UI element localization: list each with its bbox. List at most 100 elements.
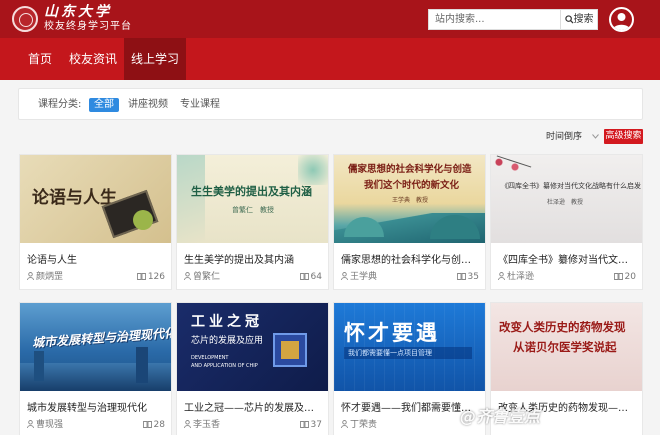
thumbnail-subtitle: 杜泽逊 教授: [547, 199, 584, 206]
book-icon: [136, 273, 146, 280]
search-button-label: 搜索: [573, 14, 594, 25]
person-icon: [184, 272, 191, 281]
teacher-name: 李玉香: [193, 420, 221, 430]
lesson-count: 126: [147, 272, 165, 282]
thumbnail-subtitle: 曾繁仁 教授: [232, 206, 274, 214]
sort-select[interactable]: 时间倒序: [546, 131, 599, 143]
book-icon: [613, 273, 623, 280]
logo-sub-text: 校友终身学习平台: [44, 21, 132, 32]
course-title[interactable]: 生生美学的提出及其内涵: [184, 254, 322, 267]
teacher-name: 王学典: [350, 272, 378, 282]
lesson-count: 20: [624, 272, 636, 282]
course-thumbnail[interactable]: 怀才要遇 我们都需要懂一点项目管理: [334, 303, 485, 391]
course-thumbnail[interactable]: 城市发展转型与治理现代化: [20, 303, 171, 391]
book-icon: [299, 273, 309, 280]
top-header: 山东大学 校友终身学习平台 搜索: [0, 0, 660, 38]
course-teacher: 王学典: [341, 271, 377, 283]
course-card[interactable]: 工业之冠 芯片的发展及应用 DEVELOPMENT AND APPLICATIO…: [176, 302, 329, 435]
course-teacher: 丁荣贵: [341, 419, 377, 431]
filter-label: 课程分类:: [38, 99, 82, 110]
lesson-count: 37: [310, 420, 322, 430]
course-lesson-count: 126: [136, 271, 165, 283]
thumbnail-title: 怀才要遇: [344, 321, 440, 345]
person-icon: [27, 272, 34, 281]
course-thumbnail[interactable]: 儒家思想的社会科学化与创造 我们这个时代的新文化 王学典 教授: [334, 155, 485, 243]
thumbnail-title: 《四库全书》纂修对当代文化战略有什么启发: [501, 182, 641, 190]
course-meta: 杜泽逊 20: [498, 271, 636, 283]
sort-select-value: 时间倒序: [546, 132, 583, 142]
book-icon: [456, 273, 466, 280]
course-meta: 曾繁仁 64: [184, 271, 322, 283]
search-box: 搜索: [428, 9, 598, 30]
university-seal-icon: [12, 6, 38, 32]
site-logo[interactable]: 山东大学 校友终身学习平台: [44, 5, 132, 33]
course-lesson-count: 37: [299, 419, 322, 431]
course-title[interactable]: 工业之冠——芯片的发展及应用: [184, 402, 322, 415]
course-meta: 王学典 35: [341, 271, 479, 283]
book-icon: [142, 421, 152, 428]
course-thumbnail[interactable]: 生生美学的提出及其内涵 曾繁仁 教授: [177, 155, 328, 243]
book-icon: [299, 421, 309, 428]
course-thumbnail[interactable]: 《四库全书》纂修对当代文化战略有什么启发 杜泽逊 教授: [491, 155, 642, 243]
course-teacher: 李玉香: [184, 419, 220, 431]
course-title[interactable]: 儒家思想的社会科学化与创造我们...: [341, 254, 479, 267]
person-icon: [27, 420, 34, 429]
course-title[interactable]: 怀才要遇——我们都需要懂一点项...: [341, 402, 479, 415]
search-input[interactable]: [429, 10, 559, 29]
teacher-name: 曹现强: [36, 420, 64, 430]
thumbnail-subtitle-line2: AND APPLICATION OF CHIP: [191, 363, 258, 369]
course-card[interactable]: 论语与人生 论语与人生 颜炳罡 126: [19, 154, 172, 290]
nav-item-online-learning[interactable]: 线上学习: [124, 38, 186, 80]
search-icon: [564, 15, 574, 24]
user-avatar-icon: [613, 13, 630, 30]
thumbnail-title-line2: 从诺贝尔医学奖说起: [513, 340, 617, 354]
user-avatar-button[interactable]: [609, 7, 634, 32]
nav-item-alumni-news[interactable]: 校友资讯: [62, 38, 124, 80]
teacher-name: 杜泽逊: [507, 272, 535, 282]
course-thumbnail[interactable]: 论语与人生: [20, 155, 171, 243]
thumbnail-title: 生生美学的提出及其内涵: [191, 185, 312, 198]
logo-main-text: 山东大学: [44, 4, 112, 20]
course-lesson-count: 28: [142, 419, 165, 431]
course-title[interactable]: 论语与人生: [27, 254, 165, 267]
lesson-count: 35: [467, 272, 479, 282]
person-icon: [184, 420, 191, 429]
advanced-search-button[interactable]: 高级搜索: [604, 129, 643, 144]
search-button[interactable]: 搜索: [560, 10, 597, 29]
filter-option-all[interactable]: 全部: [89, 98, 119, 112]
person-icon: [341, 272, 348, 281]
course-teacher: 曹现强: [27, 419, 63, 431]
thumbnail-title-line2: 我们这个时代的新文化: [364, 180, 460, 191]
course-meta: 李玉香 37: [184, 419, 322, 431]
nav-item-home[interactable]: 首页: [18, 38, 62, 80]
course-lesson-count: 64: [299, 271, 322, 283]
thumbnail-subtitle: 我们都需要懂一点项目管理: [344, 347, 472, 359]
course-category-filter: 课程分类: 全部 讲座视频 专业课程: [18, 88, 643, 120]
thumbnail-title: 工业之冠: [191, 314, 263, 330]
course-meta: 颜炳罡 126: [27, 271, 165, 283]
thumbnail-subtitle: DEVELOPMENT: [191, 355, 229, 361]
teacher-name: 丁荣贵: [350, 420, 378, 430]
course-teacher: 曾繁仁: [184, 271, 220, 283]
course-title[interactable]: 城市发展转型与治理现代化: [27, 402, 165, 415]
person-icon: [498, 272, 505, 281]
teacher-name: 颜炳罡: [36, 272, 64, 282]
thumbnail-subtitle: 王学典 教授: [392, 197, 429, 204]
course-thumbnail[interactable]: 工业之冠 芯片的发展及应用 DEVELOPMENT AND APPLICATIO…: [177, 303, 328, 391]
person-icon: [341, 420, 348, 429]
chevron-down-icon: [592, 134, 599, 139]
course-lesson-count: 20: [613, 271, 636, 283]
course-card[interactable]: 生生美学的提出及其内涵 曾繁仁 教授 生生美学的提出及其内涵 曾繁仁 64: [176, 154, 329, 290]
course-card[interactable]: 儒家思想的社会科学化与创造 我们这个时代的新文化 王学典 教授 儒家思想的社会科…: [333, 154, 486, 290]
filter-option-lecture-videos[interactable]: 讲座视频: [128, 98, 168, 112]
thumbnail-title: 改变人类历史的药物发现: [499, 320, 626, 334]
thumbnail-title: 城市发展转型与治理现代化: [31, 325, 171, 351]
filter-option-professional-courses[interactable]: 专业课程: [180, 98, 220, 112]
course-card[interactable]: 城市发展转型与治理现代化 城市发展转型与治理现代化 曹现强 28: [19, 302, 172, 435]
course-card[interactable]: 《四库全书》纂修对当代文化战略有什么启发 杜泽逊 教授 《四库全书》纂修对当代文…: [490, 154, 643, 290]
course-thumbnail[interactable]: 改变人类历史的药物发现 从诺贝尔医学奖说起: [491, 303, 642, 391]
course-meta: 丁荣贵: [341, 419, 479, 431]
course-title[interactable]: 《四库全书》纂修对当代文化战略...: [498, 254, 636, 267]
course-teacher: 杜泽逊: [498, 271, 534, 283]
course-lesson-count: 35: [456, 271, 479, 283]
